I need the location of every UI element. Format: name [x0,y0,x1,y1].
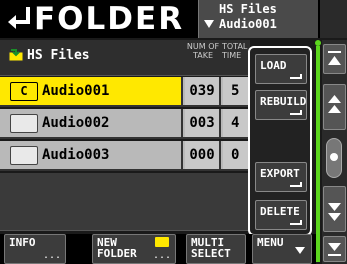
path-current: Audio001 [219,17,277,31]
folder-name-cell[interactable]: Audio003 [0,141,183,169]
rebuild-label: REBUILD [260,95,307,108]
scroll-up-icon [328,95,341,113]
export-button[interactable]: EXPORT [255,162,307,192]
take-count: 039 [185,77,221,105]
corner-mark-icon [290,110,302,115]
scroll-bottom-icon [328,243,341,256]
scroll-down-icon [328,203,341,221]
column-header-takes: NUM OF TAKE [186,42,220,60]
scroll-bottom-button[interactable] [323,236,346,262]
corner-mark-icon [290,74,302,79]
title-bar: FOLDER HS Files Audio001 [0,0,347,38]
folder-name: Audio003 [42,147,110,163]
function-bar: INFO ... NEW FOLDER ... MULTI SELECT MEN… [0,234,316,264]
total-time: 4 [223,109,250,137]
scroll-column [322,40,347,264]
menu-label: MENU [257,236,284,249]
path-arrow-icon [204,20,214,28]
folder-icon [10,146,38,165]
folder-row[interactable]: C Audio001 039 5 [0,77,250,107]
total-time: 5 [223,77,250,105]
folder-name-cell[interactable]: C Audio001 [0,77,183,105]
total-time: 0 [223,141,250,169]
multi-select-label: MULTI SELECT [191,237,231,259]
new-folder-line2: FOLDER [97,247,137,260]
menu-arrow-icon [295,247,305,254]
folder-row[interactable]: Audio002 003 4 [0,109,250,139]
scroll-top-icon [328,51,341,65]
new-folder-button[interactable]: NEW FOLDER ... [92,234,176,264]
new-folder-icon [155,237,169,247]
folder-name-cell[interactable]: Audio002 [0,109,183,137]
folder-row[interactable]: Audio003 000 0 [0,141,250,171]
parent-folder-icon [8,49,24,62]
info-dots: ... [42,250,61,261]
level-meter [316,46,320,262]
folder-popup-menu: LOAD REBUILD EXPORT DELETE [248,46,312,236]
parent-folder-entry[interactable]: HS Files [8,48,90,63]
list-header[interactable]: HS Files NUM OF TAKE TOTAL TIME [0,40,250,76]
scroll-top-button[interactable] [323,44,346,74]
folder-name: Audio001 [42,83,110,99]
info-button[interactable]: INFO ... [4,234,66,264]
scroll-down-button[interactable] [323,186,346,232]
parent-folder-label: HS Files [27,48,90,63]
scroll-knob[interactable] [326,138,342,178]
take-count: 003 [185,109,221,137]
folder-name: Audio002 [42,115,110,131]
load-button[interactable]: LOAD [255,54,307,84]
multi-select-button[interactable]: MULTI SELECT [186,234,246,264]
new-folder-dots: ... [152,250,171,261]
folder-icon [10,114,38,133]
menu-button[interactable]: MENU [252,234,312,264]
load-label: LOAD [260,59,287,72]
export-label: EXPORT [260,167,300,180]
screen-title: FOLDER [34,1,185,37]
multi-line2: SELECT [191,247,231,260]
corner-mark-icon [290,220,302,225]
current-path: HS Files Audio001 [198,0,318,38]
delete-label: DELETE [260,205,300,218]
new-folder-label: NEW FOLDER [97,237,137,259]
take-count: 000 [185,141,221,169]
corner-mark-icon [290,182,302,187]
rebuild-button[interactable]: REBUILD [255,90,307,120]
delete-button[interactable]: DELETE [255,200,307,230]
path-parent: HS Files [219,2,277,16]
corner-button [320,0,347,38]
folder-icon: C [10,82,38,101]
back-arrow-icon[interactable] [6,4,32,34]
info-label: INFO [9,236,36,249]
list-empty-area [0,173,250,231]
scroll-up-button[interactable] [323,84,346,130]
